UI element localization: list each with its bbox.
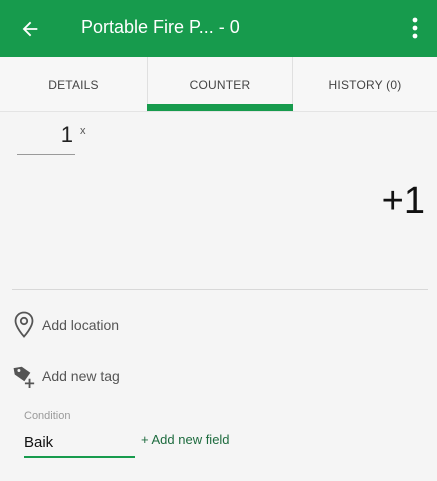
app-bar: Portable Fire P... - 0 [0, 0, 437, 57]
increment-button[interactable]: +1 [382, 180, 425, 223]
tag-add-icon [12, 362, 36, 390]
count-field[interactable]: 1 [17, 120, 75, 155]
add-tag-label: Add new tag [42, 368, 120, 384]
add-location-label: Add location [42, 317, 120, 333]
add-tag-row[interactable]: Add new tag [12, 362, 120, 390]
overflow-menu-button[interactable] [403, 12, 427, 44]
more-vert-icon [412, 17, 418, 39]
back-button[interactable] [14, 13, 46, 45]
add-location-row[interactable]: Add location [12, 311, 119, 339]
tab-details[interactable]: DETAILS [0, 57, 147, 112]
tab-history[interactable]: HISTORY (0) [293, 57, 437, 112]
add-new-field-button[interactable]: + Add new field [141, 432, 230, 447]
multiplier-suffix: x [80, 125, 86, 137]
active-tab-indicator [147, 104, 293, 111]
location-pin-icon [12, 311, 36, 339]
page-title: Portable Fire P... - 0 [81, 17, 240, 37]
count-value: 1 [60, 122, 73, 147]
condition-label: Condition [24, 410, 71, 422]
arrow-left-icon [22, 21, 38, 37]
condition-input[interactable] [24, 428, 135, 458]
divider [12, 289, 428, 290]
